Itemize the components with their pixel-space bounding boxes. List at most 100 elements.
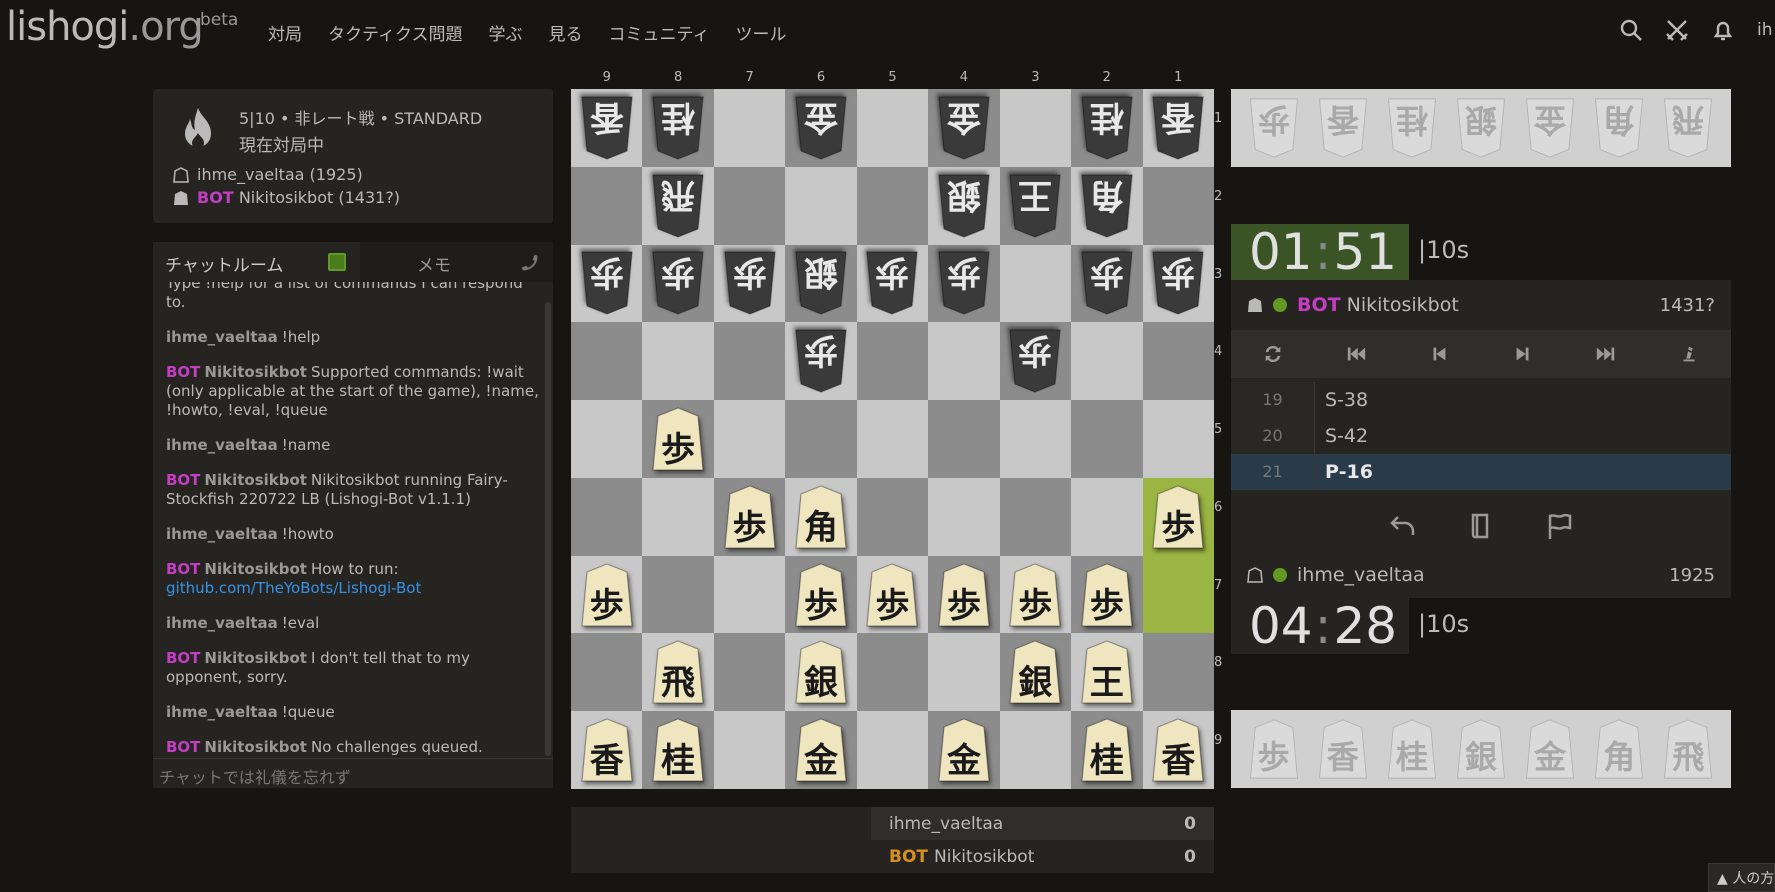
board-square[interactable]: 金 [785, 89, 857, 167]
phone-icon[interactable] [519, 252, 541, 274]
board-square[interactable] [999, 244, 1072, 323]
board-square[interactable]: 金 [928, 711, 1000, 789]
sente-piece[interactable]: 歩 [1151, 484, 1205, 550]
board-square[interactable]: 歩 [999, 555, 1072, 634]
sente-piece[interactable]: 歩 [651, 406, 705, 472]
move-row-active[interactable]: 21 P-16 [1231, 454, 1731, 490]
friends-box-toggle[interactable]: ▲ 人の方 [1708, 863, 1775, 892]
sente-piece[interactable]: 歩 [1080, 562, 1134, 628]
board-square[interactable]: 歩 [785, 322, 857, 401]
board-square[interactable] [856, 400, 929, 478]
move-row[interactable]: 20 S-42 [1231, 418, 1731, 454]
nav-play[interactable]: 対局 [268, 20, 302, 45]
prev-move-icon[interactable] [1428, 343, 1450, 365]
board-square[interactable] [571, 166, 643, 245]
board-square[interactable] [999, 400, 1072, 478]
board-square[interactable] [713, 322, 786, 401]
hand-piece[interactable]: 歩 [1247, 718, 1301, 780]
board-square[interactable]: 歩 [856, 555, 929, 634]
gote-piece[interactable]: 歩 [1008, 328, 1062, 394]
board-square[interactable]: 桂 [1071, 89, 1143, 167]
sente-piece[interactable]: 王 [1080, 639, 1134, 705]
board-square[interactable] [571, 322, 643, 401]
sente-piece[interactable]: 香 [580, 717, 634, 783]
hand-piece[interactable]: 角 [1592, 97, 1646, 159]
board-square[interactable] [1142, 400, 1214, 478]
gote-piece[interactable]: 歩 [1151, 250, 1205, 316]
chat-scrollbar[interactable] [545, 302, 551, 756]
board-square[interactable]: 歩 [713, 477, 786, 556]
board-square[interactable] [1142, 633, 1214, 712]
hand-piece[interactable]: 金 [1523, 97, 1577, 159]
board-square[interactable] [571, 633, 643, 712]
my-player-row[interactable]: ihme_vaeltaa 1925 [1231, 552, 1731, 598]
sente-piece[interactable]: 桂 [1080, 717, 1134, 783]
board-square[interactable] [856, 89, 929, 167]
player-gote[interactable]: BOT Nikitosikbot (1431?) [173, 188, 400, 207]
board-square[interactable]: 金 [928, 89, 1000, 167]
board-square[interactable]: 歩 [1142, 477, 1214, 556]
board-square[interactable] [856, 322, 929, 401]
gote-piece[interactable]: 角 [1080, 173, 1134, 239]
sente-piece[interactable]: 桂 [651, 717, 705, 783]
board-square[interactable] [713, 166, 786, 245]
chat-link[interactable]: github.com/TheYoBots/Lishogi-Bot [166, 579, 421, 597]
swords-icon[interactable] [1665, 18, 1689, 42]
gote-piece[interactable]: 歩 [723, 250, 777, 316]
board-square[interactable]: 角 [785, 477, 857, 556]
gote-piece[interactable]: 香 [580, 95, 634, 161]
board-square[interactable]: 銀 [999, 633, 1072, 712]
shogi-board[interactable]: 香桂金金桂香飛銀王角歩歩歩銀歩歩歩歩歩歩歩歩角歩歩歩歩歩歩歩飛銀銀王香桂金金桂香 [571, 89, 1214, 789]
board-square[interactable] [642, 322, 714, 401]
board-square[interactable] [856, 633, 929, 712]
board-square[interactable] [999, 89, 1072, 167]
hand-piece[interactable]: 飛 [1661, 97, 1715, 159]
offer-draw-icon[interactable] [1466, 511, 1496, 541]
board-square[interactable]: 銀 [785, 244, 857, 323]
gote-piece[interactable]: 歩 [1080, 250, 1134, 316]
gote-piece[interactable]: 歩 [865, 250, 919, 316]
site-logo[interactable]: lishogi.org [6, 4, 204, 50]
gote-piece[interactable]: 歩 [580, 250, 634, 316]
board-square[interactable] [713, 711, 786, 789]
search-icon[interactable] [1619, 18, 1643, 42]
sente-piece[interactable]: 歩 [1008, 562, 1062, 628]
board-square[interactable]: 角 [1071, 166, 1143, 245]
chat-toggle-checkbox[interactable] [328, 253, 346, 271]
move-row[interactable]: 19 S-38 [1231, 382, 1731, 418]
board-square[interactable]: 飛 [642, 166, 714, 245]
board-square[interactable]: 銀 [785, 633, 857, 712]
nav-community[interactable]: コミュニティ [608, 20, 709, 45]
board-square[interactable]: 歩 [1071, 555, 1143, 634]
board-square[interactable]: 歩 [999, 322, 1072, 401]
board-square[interactable] [571, 477, 643, 556]
hand-piece[interactable]: 銀 [1454, 97, 1508, 159]
hand-piece[interactable]: 飛 [1661, 718, 1715, 780]
board-square[interactable] [928, 633, 1000, 712]
board-square[interactable]: 歩 [1071, 244, 1143, 323]
board-square[interactable]: 桂 [642, 711, 714, 789]
board-square[interactable] [1071, 400, 1143, 478]
board-square[interactable] [856, 711, 929, 789]
opponent-row[interactable]: BOT Nikitosikbot 1431? [1231, 282, 1731, 328]
tab-memo[interactable]: メモ [417, 251, 451, 276]
takeback-icon[interactable] [1388, 511, 1418, 541]
chat-messages[interactable]: Type !help for a list of commands I can … [153, 282, 545, 758]
next-move-icon[interactable] [1512, 343, 1534, 365]
analysis-icon[interactable] [1678, 343, 1700, 365]
sente-piece[interactable]: 歩 [794, 562, 848, 628]
board-square[interactable]: 歩 [642, 400, 714, 478]
board-square[interactable]: 歩 [928, 244, 1000, 323]
resign-flag-icon[interactable] [1544, 511, 1574, 541]
board-square[interactable]: 香 [1142, 711, 1214, 789]
sente-piece[interactable]: 歩 [723, 484, 777, 550]
board-square[interactable]: 金 [785, 711, 857, 789]
board-square[interactable]: 香 [1142, 89, 1214, 167]
board-square[interactable]: 飛 [642, 633, 714, 712]
board-square[interactable]: 歩 [856, 244, 929, 323]
sente-piece[interactable]: 香 [1151, 717, 1205, 783]
nav-learn[interactable]: 学ぶ [488, 20, 522, 45]
hand-piece[interactable]: 桂 [1385, 718, 1439, 780]
hand-piece[interactable]: 金 [1523, 718, 1577, 780]
board-square[interactable]: 香 [571, 711, 643, 789]
